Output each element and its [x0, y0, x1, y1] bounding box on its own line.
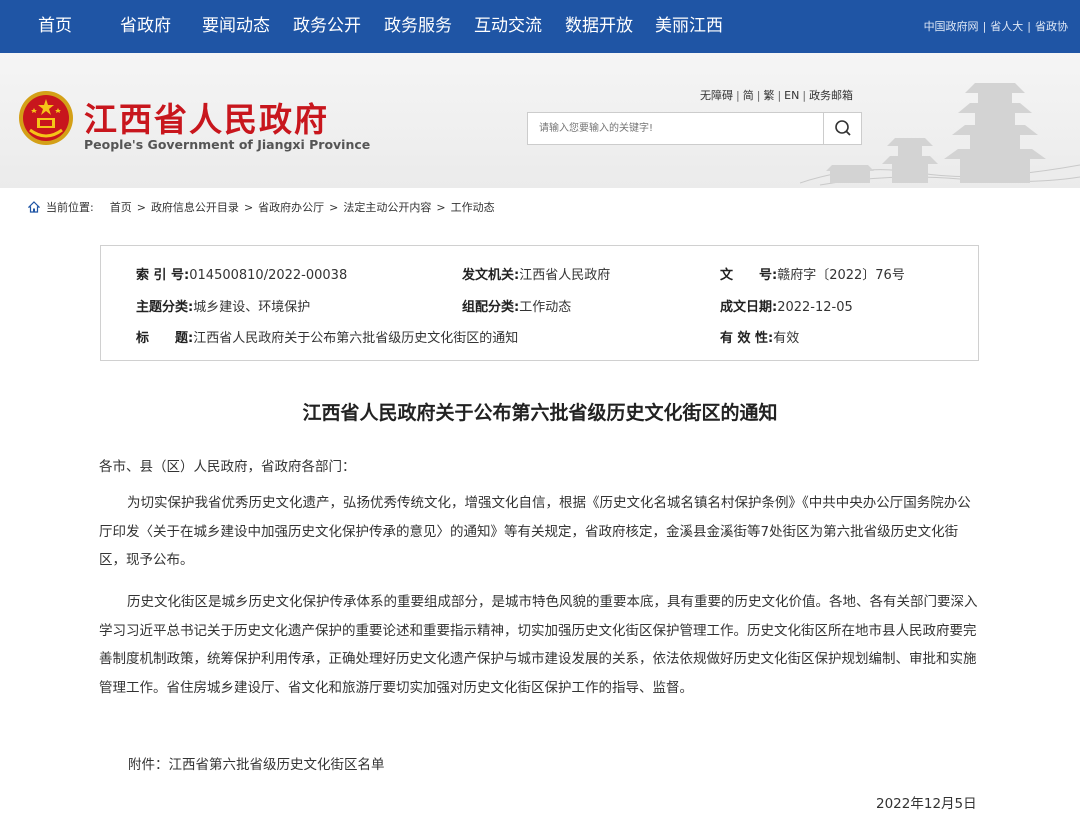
breadcrumb-item-info-directory[interactable]: 政府信息公开目录	[151, 201, 239, 214]
separator: |	[736, 89, 740, 102]
info-label: 标 题:	[136, 331, 194, 346]
info-written-date: 成文日期:2022-12-05	[720, 296, 853, 315]
link-english[interactable]: EN	[784, 89, 799, 102]
info-value: 赣府字〔2022〕76号	[777, 268, 905, 283]
info-value: 江西省人民政府关于公布第六批省级历史文化街区的通知	[193, 331, 519, 346]
article-date: 2022年12月5日	[876, 796, 977, 812]
breadcrumb-separator: >	[329, 201, 339, 214]
info-label: 成文日期:	[720, 300, 778, 315]
search-input[interactable]	[528, 113, 823, 144]
nav-item-gov-affairs-open[interactable]: 政务公开	[293, 0, 361, 53]
article-salutation: 各市、县（区）人民政府，省政府各部门：	[99, 459, 356, 475]
link-provincial-cppcc[interactable]: 省政协	[1035, 20, 1068, 33]
breadcrumb-item-general-office[interactable]: 省政府办公厅	[258, 201, 324, 214]
link-simplified[interactable]: 简	[743, 89, 754, 102]
info-label: 组配分类:	[462, 300, 520, 315]
info-label: 文 号:	[720, 268, 778, 283]
site-title[interactable]: 江西省人民政府	[84, 93, 329, 141]
info-title: 标 题:江西省人民政府关于公布第六批省级历史文化街区的通知	[136, 327, 518, 346]
info-value: 有效	[773, 331, 800, 346]
separator: |	[1027, 20, 1031, 33]
top-right-links: 中国政府网 | 省人大 | 省政协	[924, 0, 1068, 53]
breadcrumb-item-work-updates[interactable]: 工作动态	[451, 201, 495, 214]
article-title: 江西省人民政府关于公布第六批省级历史文化街区的通知	[302, 402, 778, 424]
breadcrumb-separator: >	[136, 201, 146, 214]
info-validity: 有 效 性:有效	[720, 327, 799, 346]
separator: |	[756, 89, 761, 102]
info-group: 组配分类:工作动态	[462, 296, 571, 315]
info-index-number: 索 引 号:014500810/2022-00038	[136, 264, 347, 283]
info-label: 有 效 性:	[720, 331, 774, 346]
link-central-gov[interactable]: 中国政府网	[924, 20, 979, 33]
link-accessibility[interactable]: 无障碍	[700, 89, 733, 102]
nav-item-home[interactable]: 首页	[38, 0, 72, 53]
pavilion-skyline-illustration	[800, 83, 1080, 186]
breadcrumb-separator: >	[436, 201, 446, 214]
info-label: 索 引 号:	[136, 268, 190, 283]
info-label: 发文机关:	[462, 268, 520, 283]
site-subtitle: People's Government of Jiangxi Province	[84, 137, 371, 152]
info-label: 主题分类:	[136, 300, 194, 315]
info-value: 2022-12-05	[777, 300, 853, 315]
info-issuer: 发文机关:江西省人民政府	[462, 264, 610, 283]
document-info-box: 索 引 号:014500810/2022-00038 发文机关:江西省人民政府 …	[100, 245, 979, 361]
info-document-number: 文 号:赣府字〔2022〕76号	[720, 264, 905, 283]
nav-item-open-data[interactable]: 数据开放	[565, 0, 633, 53]
info-value: 城乡建设、环境保护	[193, 300, 311, 315]
breadcrumb: 当前位置: 首页 > 政府信息公开目录 > 省政府办公厅 > 法定主动公开内容 > 工作动态	[28, 199, 495, 215]
article-paragraph-1: 为切实保护我省优秀历史文化遗产，弘扬优秀传统文化，增强文化自信，根据《历史文化名…	[99, 495, 971, 569]
site-header: 江西省人民政府 People's Government of Jiangxi P…	[0, 53, 1080, 188]
link-provincial-congress[interactable]: 省人大	[990, 20, 1023, 33]
link-traditional[interactable]: 繁	[763, 89, 774, 102]
top-nav: 首页 省政府 要闻动态 政务公开 政务服务 互动交流 数据开放 美丽江西 中国政…	[0, 0, 1080, 53]
separator: |	[982, 20, 987, 33]
breadcrumb-separator: >	[243, 201, 254, 214]
separator: |	[777, 89, 782, 102]
article-attachment[interactable]: 附件：江西省第六批省级历史文化街区名单	[128, 753, 385, 773]
info-value: 江西省人民政府	[519, 268, 611, 283]
nav-item-beautiful-jiangxi[interactable]: 美丽江西	[655, 0, 723, 53]
nav-item-news[interactable]: 要闻动态	[202, 0, 270, 53]
nav-item-interaction[interactable]: 互动交流	[474, 0, 542, 53]
nav-item-gov-services[interactable]: 政务服务	[384, 0, 452, 53]
info-value: 工作动态	[519, 300, 572, 315]
breadcrumb-label: 当前位置:	[46, 201, 94, 214]
breadcrumb-item-home[interactable]: 首页	[110, 201, 132, 214]
info-topic: 主题分类:城乡建设、环境保护	[136, 296, 310, 315]
home-icon	[28, 201, 40, 213]
article-paragraph-2: 历史文化街区是城乡历史文化保护传承体系的重要组成部分，是城市特色风貌的重要本底，…	[99, 594, 978, 697]
info-value: 014500810/2022-00038	[189, 268, 348, 283]
national-emblem-icon	[19, 91, 73, 145]
nav-item-province-gov[interactable]: 省政府	[120, 0, 171, 53]
breadcrumb-item-statutory-content[interactable]: 法定主动公开内容	[343, 201, 431, 214]
